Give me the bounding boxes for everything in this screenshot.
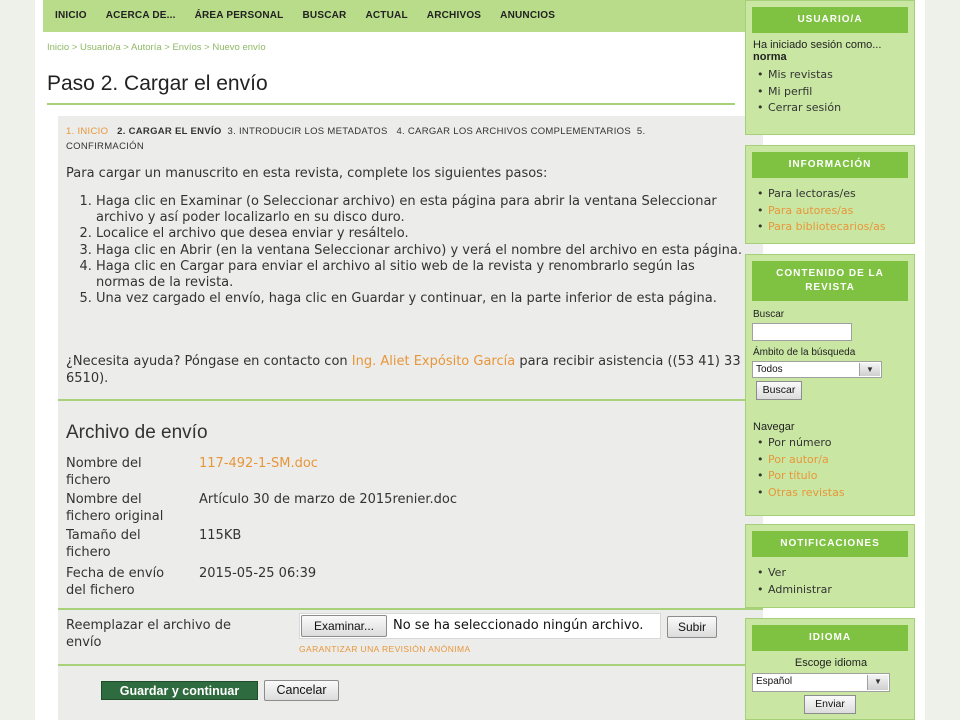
notification-links: Ver Administrar bbox=[746, 565, 914, 598]
notifications-block-title: NOTIFICACIONES bbox=[752, 531, 908, 557]
nav-acerca[interactable]: ACERCA DE... bbox=[106, 0, 176, 32]
breadcrumb-envios[interactable]: Envíos bbox=[172, 42, 201, 53]
info-links: Para lectoras/es Para autores/as Para bi… bbox=[746, 186, 914, 236]
link-cerrar-sesion[interactable]: Cerrar sesión bbox=[757, 100, 914, 117]
step-2-current: 2. CARGAR EL ENVÍO bbox=[117, 126, 222, 137]
field-label: Nombre del fichero original bbox=[66, 492, 164, 524]
field-label: Nombre del fichero bbox=[66, 456, 142, 488]
user-block: USUARIO/A Ha iniciado sesión como... nor… bbox=[745, 0, 915, 135]
section-divider bbox=[58, 608, 763, 610]
help-before: ¿Necesita ayuda? Póngase en contacto con bbox=[66, 354, 352, 369]
nav-buscar[interactable]: BUSCAR bbox=[302, 0, 346, 32]
section-divider bbox=[58, 664, 763, 666]
link-por-numero[interactable]: Por número bbox=[757, 435, 845, 452]
username: norma bbox=[753, 51, 787, 63]
breadcrumb-separator: > bbox=[120, 42, 131, 53]
step-4: 4. CARGAR LOS ARCHIVOS COMPLEMENTARIOS bbox=[396, 126, 631, 137]
link-lectores[interactable]: Para lectoras/es bbox=[757, 186, 914, 203]
language-block: IDIOMA Escoge idioma Español ▼ Enviar bbox=[745, 618, 915, 720]
search-button[interactable]: Buscar bbox=[756, 381, 802, 400]
breadcrumb-usuario[interactable]: Usuario/a bbox=[80, 42, 121, 53]
language-block-title: IDIOMA bbox=[752, 625, 908, 651]
content-block-title: CONTENIDO DE LA REVISTA bbox=[752, 261, 908, 301]
field-label: Tamaño del fichero bbox=[66, 528, 141, 560]
main-content: 1. INICIO 2. CARGAR EL ENVÍO 3. INTRODUC… bbox=[58, 116, 763, 720]
save-continue-button[interactable]: Guardar y continuar bbox=[101, 681, 258, 700]
notifications-block: NOTIFICACIONES Ver Administrar bbox=[745, 524, 915, 608]
link-mi-perfil[interactable]: Mi perfil bbox=[757, 84, 914, 101]
step-1-link[interactable]: 1. INICIO bbox=[66, 126, 108, 137]
link-otras-revistas[interactable]: Otras revistas bbox=[757, 485, 845, 502]
instruction-item: Haga clic en Abrir (en la ventana Selecc… bbox=[96, 243, 746, 259]
section-divider bbox=[58, 399, 763, 401]
instruction-item: Haga clic en Examinar (o Seleccionar arc… bbox=[96, 194, 746, 226]
breadcrumb-separator: > bbox=[161, 42, 173, 53]
original-name-value: Artículo 30 de marzo de 2015renier.doc bbox=[199, 492, 457, 507]
nav-actual[interactable]: ACTUAL bbox=[365, 0, 407, 32]
cancel-button[interactable]: Cancelar bbox=[264, 680, 339, 701]
help-text: ¿Necesita ayuda? Póngase en contacto con… bbox=[66, 353, 746, 387]
language-submit-button[interactable]: Enviar bbox=[804, 695, 856, 714]
no-file-text: No se ha seleccionado ningún archivo. bbox=[393, 618, 644, 633]
top-navigation: INICIO ACERCA DE... ÁREA PERSONAL BUSCAR… bbox=[43, 0, 771, 32]
browse-label: Navegar bbox=[753, 421, 795, 433]
breadcrumb-inicio[interactable]: Inicio bbox=[47, 42, 69, 53]
page-title: Paso 2. Cargar el envío bbox=[47, 72, 268, 95]
instructions-list: Haga clic en Examinar (o Seleccionar arc… bbox=[66, 194, 746, 307]
choose-language-label: Escoge idioma bbox=[794, 657, 868, 669]
link-bibliotecarios[interactable]: Para bibliotecarios/as bbox=[757, 219, 914, 236]
browse-links: Por número Por autor/a Por título Otras … bbox=[746, 435, 845, 501]
link-autores[interactable]: Para autores/as bbox=[757, 203, 914, 220]
scope-value: Todos bbox=[756, 364, 783, 375]
instruction-item: Una vez cargado el envío, haga clic en G… bbox=[96, 291, 746, 307]
link-administrar[interactable]: Administrar bbox=[757, 582, 914, 599]
breadcrumb: Inicio > Usuario/a > Autoría > Envíos > … bbox=[47, 42, 266, 53]
link-ver[interactable]: Ver bbox=[757, 565, 914, 582]
step-3: 3. INTRODUCIR LOS METADATOS bbox=[227, 126, 388, 137]
field-label: Fecha de envío del fichero bbox=[66, 566, 165, 598]
search-label: Buscar bbox=[753, 309, 785, 320]
user-links: Mis revistas Mi perfil Cerrar sesión bbox=[746, 67, 914, 117]
user-block-title: USUARIO/A bbox=[752, 7, 908, 33]
file-size-value: 115KB bbox=[199, 528, 242, 543]
instruction-item: Localice el archivo que desea enviar y r… bbox=[96, 226, 746, 242]
link-por-autor[interactable]: Por autor/a bbox=[757, 452, 845, 469]
scope-label: Ámbito de la búsqueda bbox=[753, 347, 856, 358]
breadcrumb-separator: > bbox=[201, 42, 213, 53]
contact-link[interactable]: Ing. Aliet Expósito García bbox=[352, 354, 515, 369]
nav-inicio[interactable]: INICIO bbox=[55, 0, 87, 32]
chevron-down-icon: ▼ bbox=[859, 363, 880, 376]
breadcrumb-nuevo-envio[interactable]: Nuevo envío bbox=[212, 42, 265, 53]
language-value: Español bbox=[756, 676, 793, 687]
link-por-titulo[interactable]: Por título bbox=[757, 468, 845, 485]
logged-in-text: Ha iniciado sesión como... bbox=[753, 39, 882, 51]
anonymous-review-link[interactable]: GARANTIZAR UNA REVISIÓN ANÓNIMA bbox=[299, 644, 471, 654]
breadcrumb-separator: > bbox=[69, 42, 81, 53]
file-date-value: 2015-05-25 06:39 bbox=[199, 566, 317, 581]
breadcrumb-autoria[interactable]: Autoría bbox=[131, 42, 162, 53]
language-select[interactable]: Español ▼ bbox=[752, 673, 890, 692]
intro-text: Para cargar un manuscrito en esta revist… bbox=[66, 166, 548, 181]
nav-anuncios[interactable]: ANUNCIOS bbox=[500, 0, 555, 32]
info-block-title: INFORMACIÓN bbox=[752, 152, 908, 178]
upload-button[interactable]: Subir bbox=[667, 616, 717, 638]
nav-archivos[interactable]: ARCHIVOS bbox=[427, 0, 481, 32]
journal-content-block: CONTENIDO DE LA REVISTA Buscar Ámbito de… bbox=[745, 254, 915, 516]
title-divider bbox=[47, 103, 735, 105]
step-progress: 1. INICIO 2. CARGAR EL ENVÍO 3. INTRODUC… bbox=[66, 124, 706, 154]
link-mis-revistas[interactable]: Mis revistas bbox=[757, 67, 914, 84]
replace-file-label: Reemplazar el archivo de envío bbox=[66, 618, 232, 650]
file-section-title: Archivo de envío bbox=[66, 422, 208, 443]
browse-button[interactable]: Examinar... bbox=[301, 615, 387, 637]
file-name-link[interactable]: 117-492-1-SM.doc bbox=[199, 456, 318, 473]
chevron-down-icon: ▼ bbox=[867, 675, 888, 690]
scope-select[interactable]: Todos ▼ bbox=[752, 361, 882, 378]
instruction-item: Haga clic en Cargar para enviar el archi… bbox=[96, 259, 746, 291]
page: INICIO ACERCA DE... ÁREA PERSONAL BUSCAR… bbox=[35, 0, 925, 720]
nav-area-personal[interactable]: ÁREA PERSONAL bbox=[195, 0, 284, 32]
info-block: INFORMACIÓN Para lectoras/es Para autore… bbox=[745, 145, 915, 244]
search-input[interactable] bbox=[752, 323, 852, 341]
